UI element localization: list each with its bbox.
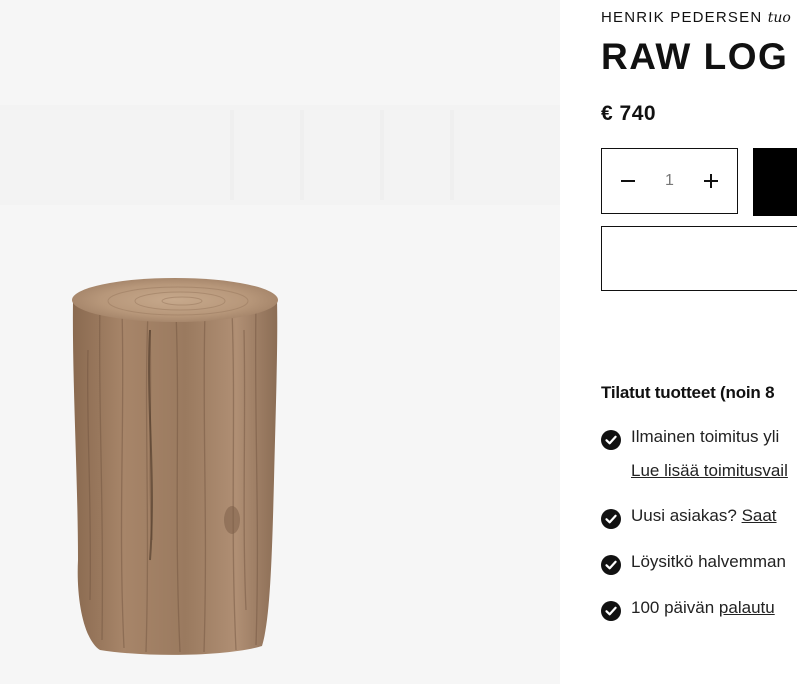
check-circle-icon	[601, 601, 621, 626]
minus-icon[interactable]	[616, 169, 640, 193]
benefit-text: Löysitkö halvemman	[631, 552, 786, 571]
check-circle-icon	[601, 509, 621, 534]
benefit-text: Ilmainen toimitus yli	[631, 427, 780, 446]
shipping-info-link[interactable]: Lue lisää toimitusvail	[631, 461, 788, 481]
plus-icon[interactable]	[699, 169, 723, 193]
product-page: HENRIK PEDERSEN tuo RAW LOG € 740 Tilatu…	[0, 0, 797, 684]
product-title: RAW LOG	[601, 36, 789, 77]
quantity-stepper	[601, 148, 738, 214]
check-circle-icon	[601, 555, 621, 580]
product-price: € 740	[601, 102, 657, 125]
brand-line: HENRIK PEDERSEN tuo	[601, 9, 791, 26]
benefit-text: Uusi asiakas? Saat	[631, 506, 777, 526]
brand-name[interactable]: HENRIK PEDERSEN	[601, 9, 762, 26]
shipping-heading: Tilatut tuotteet (noin 8	[601, 383, 775, 402]
quantity-input[interactable]	[652, 171, 687, 191]
benefit-text: 100 päivän palautu	[631, 598, 775, 618]
benefit-text-main: Uusi asiakas?	[631, 506, 737, 525]
new-customer-link[interactable]: Saat	[742, 506, 777, 525]
returns-link[interactable]: palautu	[719, 598, 775, 617]
product-image[interactable]	[0, 0, 560, 684]
product-details: HENRIK PEDERSEN tuo RAW LOG € 740 Tilatu…	[601, 0, 797, 684]
brand-suffix: tuo	[767, 10, 791, 26]
add-to-cart-button[interactable]	[753, 148, 797, 216]
check-circle-icon	[601, 430, 621, 455]
log-stool-image	[0, 105, 560, 655]
secondary-action-button[interactable]	[601, 226, 797, 291]
benefit-text-main: 100 päivän	[631, 598, 715, 617]
